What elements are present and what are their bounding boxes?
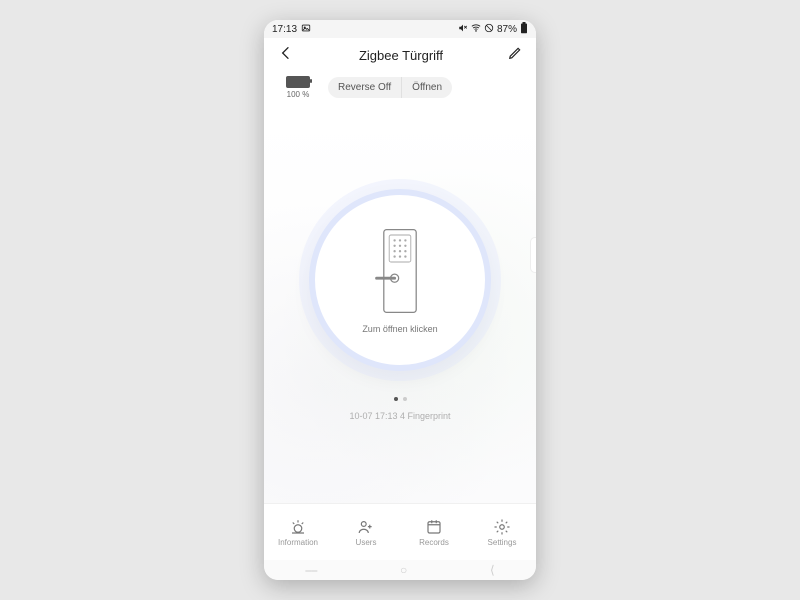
status-battery-percent: 87% [497, 24, 517, 35]
page-title: Zigbee Türgriff [359, 48, 443, 63]
back-button[interactable] [278, 45, 294, 66]
calendar-icon [425, 518, 443, 536]
users-icon [357, 518, 375, 536]
status-time: 17:13 [272, 24, 297, 35]
alarm-icon [289, 518, 307, 536]
nav-recent[interactable]: ⎯⎯ [305, 563, 317, 578]
last-event-log: 10-07 17:13 4 Fingerprint [349, 411, 450, 421]
battery-icon [520, 22, 528, 37]
gear-icon [493, 518, 511, 536]
tab-information-label: Information [278, 538, 318, 547]
app-header: Zigbee Türgriff [264, 38, 536, 72]
unlock-caption: Zum öffnen klicken [362, 324, 437, 334]
nav-back[interactable]: ⟨ [490, 563, 495, 577]
tab-users[interactable]: Users [332, 504, 400, 560]
wifi-icon [471, 23, 481, 36]
pager-dot-1 [394, 397, 398, 401]
no-sim-icon [484, 23, 494, 36]
image-indicator-icon [301, 23, 311, 36]
toggle-open[interactable]: Öffnen [402, 77, 452, 98]
tab-settings-label: Settings [488, 538, 517, 547]
main-area: Zum öffnen klicken 10-07 17:13 4 Fingerp… [264, 107, 536, 503]
android-status-bar: 17:13 87% [264, 20, 536, 38]
unlock-button[interactable]: Zum öffnen klicken [309, 189, 491, 371]
mute-icon [458, 23, 468, 36]
battery-level-icon [286, 76, 310, 88]
pager-dot-2 [403, 397, 407, 401]
door-lock-icon [371, 226, 429, 316]
device-battery: 100 % [278, 76, 318, 99]
tab-records[interactable]: Records [400, 504, 468, 560]
battery-level-text: 100 % [287, 90, 310, 99]
side-handle[interactable] [530, 237, 536, 273]
tab-information[interactable]: Information [264, 504, 332, 560]
nav-home[interactable]: ○ [400, 563, 407, 577]
android-nav-bar: ⎯⎯ ○ ⟨ [264, 560, 536, 580]
tab-users-label: Users [356, 538, 377, 547]
page-indicator [394, 397, 407, 401]
phone-frame: 17:13 87% Zigbee Türgriff [264, 20, 536, 580]
reverse-open-toggle[interactable]: Reverse Off Öffnen [328, 77, 452, 98]
toggle-reverse-off[interactable]: Reverse Off [328, 77, 402, 98]
tab-records-label: Records [419, 538, 449, 547]
edit-button[interactable] [508, 46, 522, 65]
device-status-row: 100 % Reverse Off Öffnen [264, 72, 536, 107]
tab-settings[interactable]: Settings [468, 504, 536, 560]
bottom-tab-bar: Information Users Records Settings [264, 503, 536, 560]
